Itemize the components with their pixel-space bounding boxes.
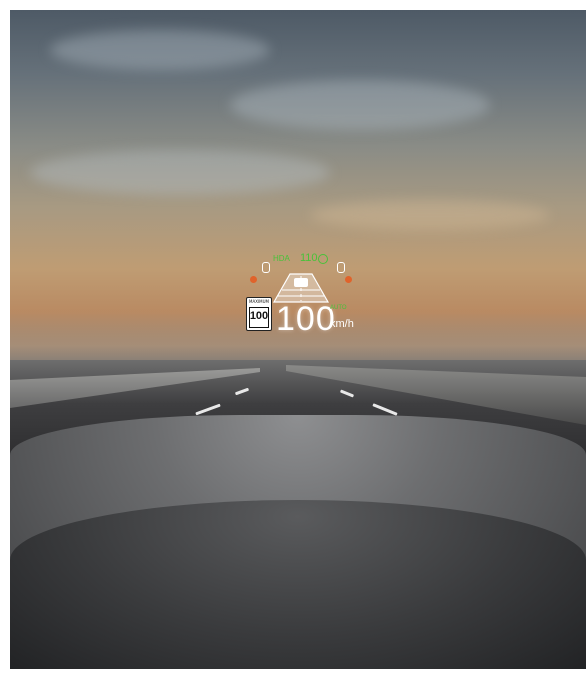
hda-label: HDA — [273, 254, 290, 263]
left-vehicle-icon — [262, 262, 270, 273]
car-icon — [294, 278, 308, 287]
set-speed: 110 — [300, 252, 318, 264]
speed-limit-sign: MAXIMUM 100 — [246, 297, 272, 331]
speed-limit-value: 100 — [249, 310, 269, 322]
head-up-display: HDA 110 MAXIMUM 100 100 AUTO km/h — [0, 0, 586, 673]
auto-label: AUTO — [330, 305, 347, 311]
right-vehicle-icon — [337, 262, 345, 273]
lane-assist-icon — [272, 273, 330, 303]
current-speed: 100 — [276, 300, 336, 338]
speed-limit-label: MAXIMUM — [249, 299, 269, 304]
cruise-icon — [318, 254, 328, 264]
left-blindspot-warning-icon — [250, 276, 257, 283]
speed-unit: km/h — [330, 318, 354, 330]
right-blindspot-warning-icon — [345, 276, 352, 283]
